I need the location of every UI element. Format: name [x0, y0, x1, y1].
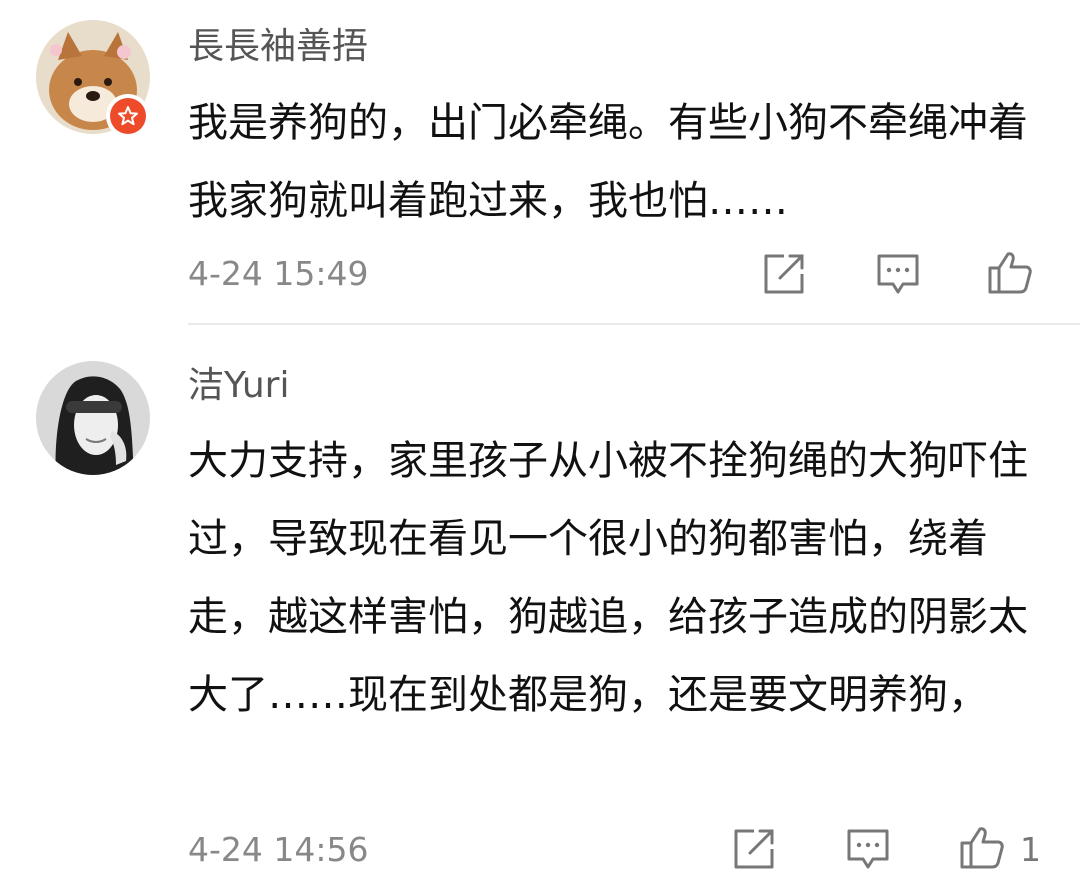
comment-text: 大力支持，家里孩子从小被不拴狗绳的大狗吓住过，导致现在看见一个很小的狗都害怕，绕…: [188, 438, 1028, 718]
thumbs-up-icon[interactable]: [986, 248, 1034, 296]
comment-item: 長長袖善捂 我是养狗的，出门必牵绳。有些小狗不牵绳冲着我家狗就叫着跑过来，我也怕…: [0, 0, 1080, 324]
comment-icon[interactable]: [874, 250, 922, 298]
thumbs-up-icon[interactable]: [958, 823, 1006, 871]
comment-icon[interactable]: [844, 825, 892, 873]
username[interactable]: 長長袖善捂: [188, 24, 368, 70]
timestamp: 4-24 14:56: [188, 830, 369, 869]
verified-badge-icon: [106, 94, 150, 138]
share-icon[interactable]: [730, 825, 778, 873]
share-icon[interactable]: [760, 250, 808, 298]
avatar[interactable]: [36, 361, 150, 475]
comment-item: 洁Yuri 大力支持，家里孩子从小被不拴狗绳的大狗吓住过，导致现在看见一个很小的…: [0, 325, 1080, 894]
timestamp: 4-24 15:49: [188, 254, 369, 293]
comment-text: 我是养狗的，出门必牵绳。有些小狗不牵绳冲着我家狗就叫着跑过来，我也怕……: [188, 100, 1028, 224]
username[interactable]: 洁Yuri: [188, 363, 289, 409]
like-count: 1: [1020, 830, 1041, 869]
